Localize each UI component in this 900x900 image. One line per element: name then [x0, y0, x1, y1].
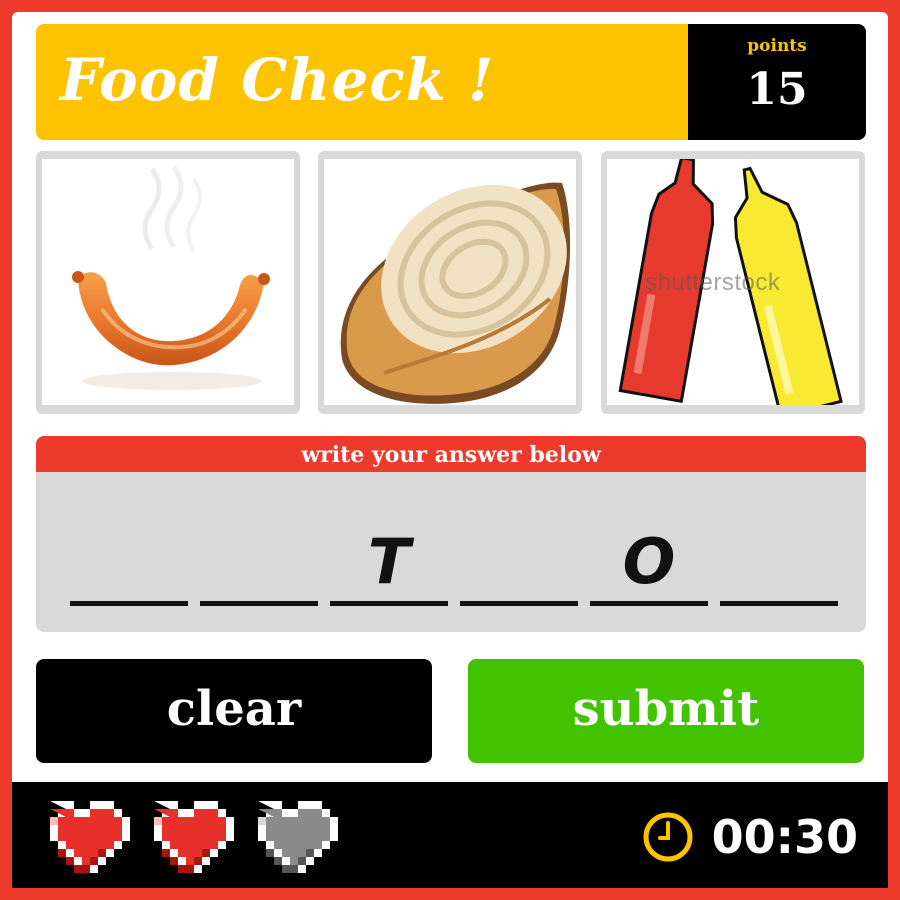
heart-full-icon: [154, 801, 234, 873]
heart-empty-icon: [258, 801, 338, 873]
heart-full-icon: [50, 801, 130, 873]
picture-tile-sausage: [36, 151, 300, 414]
timer-value: 00:30: [711, 810, 858, 864]
sausage-image: [72, 165, 270, 390]
answer-panel: write your answer below T O: [36, 436, 866, 632]
submit-button[interactable]: submit: [468, 659, 864, 763]
picture-tile-condiments: shutterstock: [601, 151, 865, 414]
watermark-text: shutterstock: [645, 269, 781, 296]
letter-slot-1[interactable]: [70, 516, 188, 606]
letter-slot-2[interactable]: [200, 516, 318, 606]
letter-slot-6[interactable]: [720, 516, 838, 606]
answer-prompt: write your answer below: [36, 436, 866, 472]
points-value: 15: [746, 64, 808, 115]
picture-tile-onion: [318, 151, 582, 414]
header-bar: Food Check ! points 15: [36, 24, 866, 140]
answer-slots: T O: [70, 516, 838, 606]
status-bar: 00:30: [12, 782, 888, 888]
onion-image: [340, 182, 571, 404]
game-title: Food Check !: [60, 46, 495, 114]
clear-button[interactable]: clear: [36, 659, 432, 763]
letter-slot-4[interactable]: [460, 516, 578, 606]
letter-slot-5[interactable]: O: [590, 516, 708, 606]
lives: [34, 801, 338, 873]
clock-icon: [643, 812, 693, 862]
points-box: points 15: [688, 24, 866, 140]
letter-slot-3[interactable]: T: [330, 516, 448, 606]
timer: 00:30: [642, 810, 858, 864]
points-label: points: [747, 36, 807, 56]
